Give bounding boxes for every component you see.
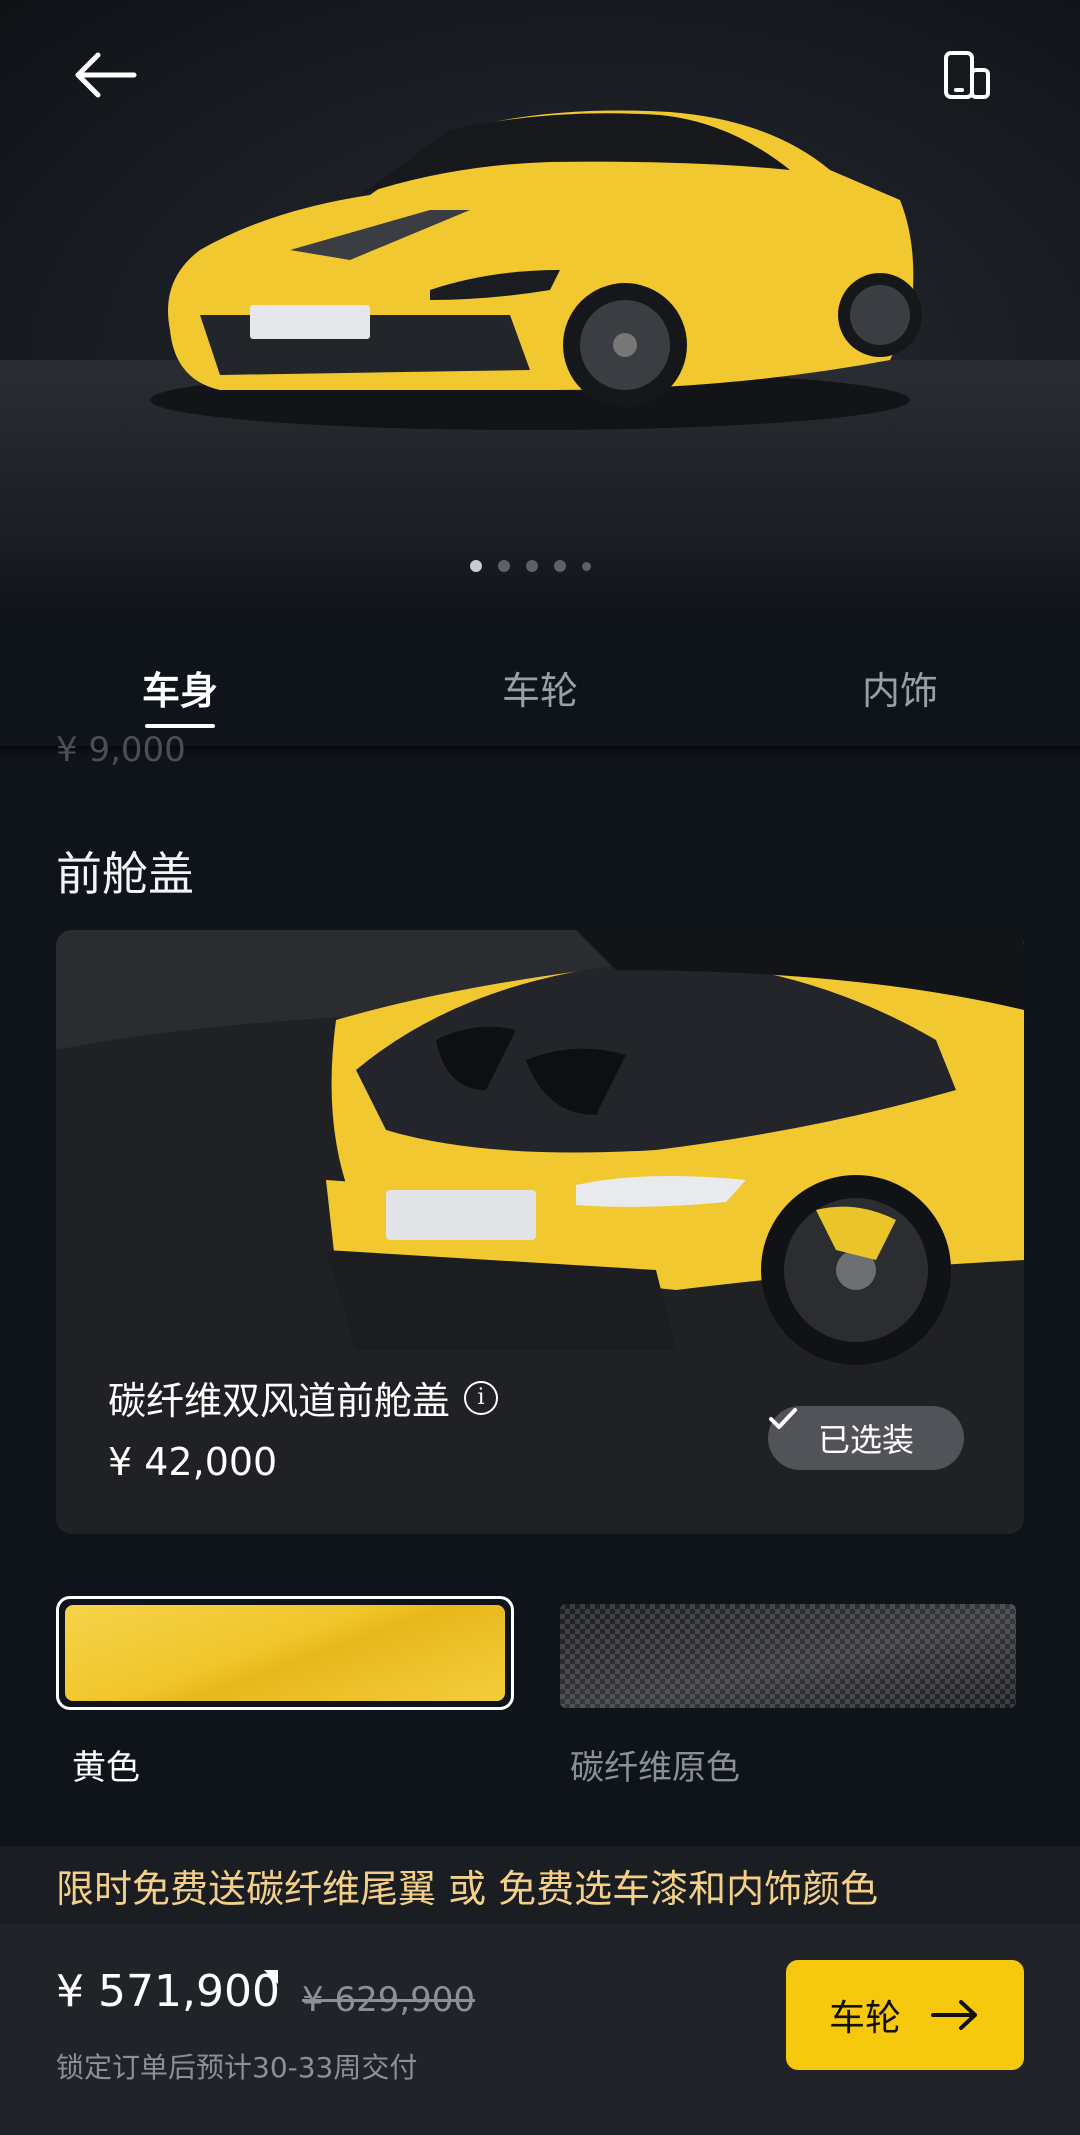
carousel-dot xyxy=(498,560,510,572)
option-price: ¥ 42,000 xyxy=(108,1440,278,1484)
phone-device-icon xyxy=(944,51,990,99)
color-swatch-carbon[interactable] xyxy=(560,1604,1016,1708)
selected-status-text: 已选装 xyxy=(817,1421,914,1459)
promo-text: 限时免费送碳纤维尾翼 或 免费选车漆和内饰颜色 xyxy=(56,1866,879,1911)
yellow-swatch-fill xyxy=(65,1605,505,1701)
back-button[interactable] xyxy=(70,50,150,110)
hero-carousel[interactable] xyxy=(0,0,1080,620)
carousel-dot xyxy=(526,560,538,572)
carbon-swatch-pattern xyxy=(560,1604,1016,1708)
color-label-yellow: 黄色 xyxy=(72,1748,140,1788)
carousel-dot xyxy=(554,560,566,572)
original-price: ¥ 629,900 xyxy=(302,1980,476,2020)
next-step-label: 车轮 xyxy=(828,1998,901,2039)
previous-option-price: ¥ 9,000 xyxy=(56,730,186,770)
price-detail-marker-icon xyxy=(264,1970,278,1984)
hero-car-image xyxy=(150,110,922,430)
hood-option-card[interactable]: 碳纤维双风道前舱盖 i ¥ 42,000 已选装 xyxy=(56,930,1024,1534)
next-step-button[interactable]: 车轮 xyxy=(786,1960,1024,2070)
selected-status-badge[interactable]: 已选装 xyxy=(768,1406,964,1470)
section-title: 前舱盖 xyxy=(56,847,194,901)
carousel-dot xyxy=(470,560,482,572)
promo-banner[interactable]: 限时免费送碳纤维尾翼 或 免费选车漆和内饰颜色 xyxy=(0,1846,1080,1924)
color-swatch-yellow[interactable] xyxy=(56,1596,514,1710)
current-price[interactable]: ¥ 571,900 xyxy=(56,1966,280,2017)
delivery-estimate: 锁定订单后预计30-33周交付 xyxy=(56,2051,418,2084)
arrow-right-icon xyxy=(931,2000,977,2030)
carousel-indicator xyxy=(470,560,591,572)
bottom-price-bar: ¥ 571,900 ¥ 629,900 锁定订单后预计30-33周交付 车轮 xyxy=(0,1924,1080,2135)
check-icon xyxy=(769,1408,797,1429)
device-view-button[interactable] xyxy=(940,50,1000,110)
option-name: 碳纤维双风道前舱盖 i xyxy=(108,1370,499,1425)
info-icon[interactable]: i xyxy=(464,1380,499,1415)
tab-interior[interactable]: 内饰 xyxy=(720,620,1080,750)
carousel-dot xyxy=(582,561,591,571)
color-label-carbon: 碳纤维原色 xyxy=(570,1748,740,1788)
tab-wheels[interactable]: 车轮 xyxy=(360,620,720,750)
arrow-left-icon xyxy=(75,52,137,98)
option-name-text: 碳纤维双风道前舱盖 xyxy=(108,1379,451,1423)
